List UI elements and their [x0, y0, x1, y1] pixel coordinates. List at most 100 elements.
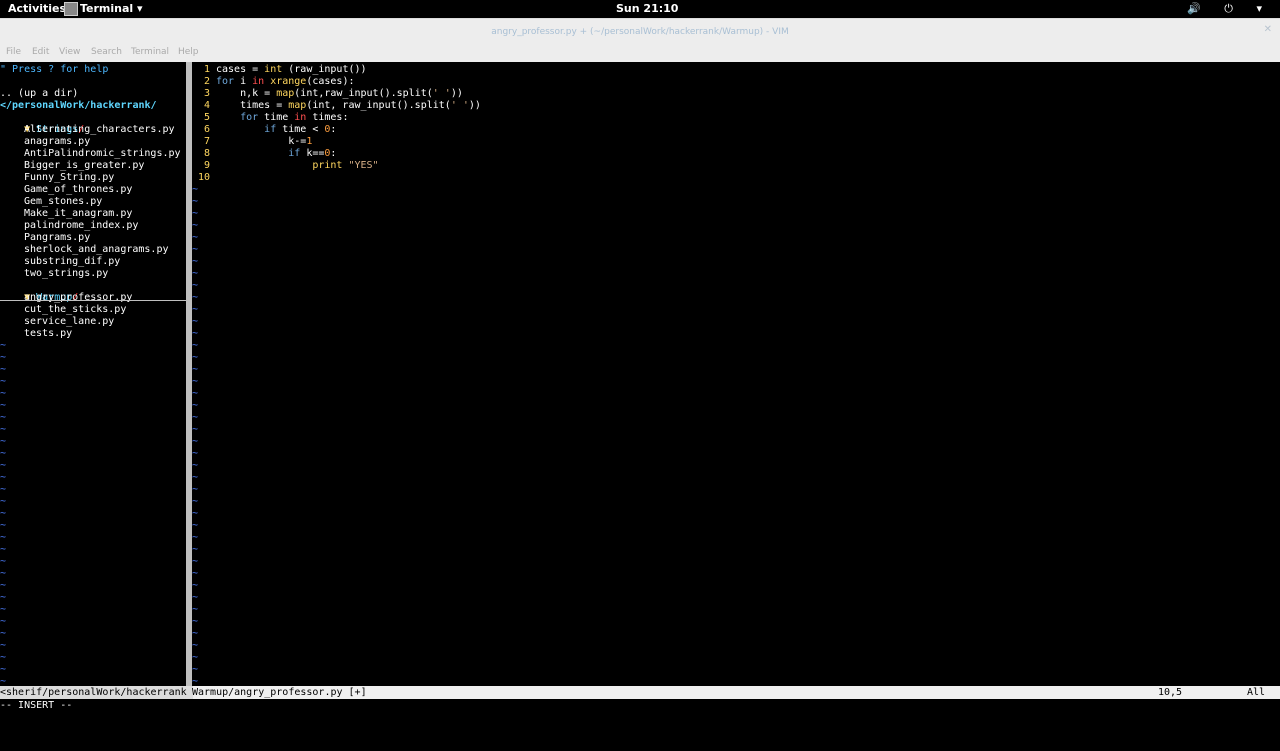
file-item[interactable]: palindrome_index.py — [24, 220, 138, 232]
tilde-line: ~ — [192, 196, 199, 207]
tilde-line: ~ — [192, 280, 199, 291]
tilde-line: ~ — [192, 340, 199, 351]
tilde-line: ~ — [192, 388, 199, 399]
code-line-5: for time in times: — [240, 112, 349, 123]
clock[interactable]: Sun 21:10 — [616, 2, 678, 15]
file-item[interactable]: service_lane.py — [24, 316, 114, 328]
tilde-line: ~ — [0, 388, 7, 399]
tilde-line: ~ — [192, 484, 199, 495]
nerdtree-root[interactable]: </personalWork/hackerrank/ — [0, 100, 157, 112]
line-number: 4 — [204, 100, 211, 111]
tilde-line: ~ — [0, 436, 7, 447]
scroll-indicator: All — [1247, 687, 1266, 698]
nerdtree-help: " Press ? for help — [0, 64, 109, 75]
tilde-line: ~ — [0, 520, 7, 531]
code-line-1: cases = int (raw_input()) — [216, 64, 367, 75]
tilde-line: ~ — [0, 340, 7, 351]
tilde-line: ~ — [0, 652, 7, 663]
tilde-line: ~ — [192, 664, 199, 675]
tilde-line: ~ — [192, 292, 199, 303]
tilde-line: ~ — [0, 376, 7, 387]
line-number: 7 — [204, 136, 211, 147]
menu-file[interactable]: File — [6, 47, 21, 57]
menu-edit[interactable]: Edit — [32, 47, 49, 57]
menu-help[interactable]: Help — [178, 47, 199, 57]
folder-warmup[interactable]: ▼ Warmup/ — [0, 280, 78, 303]
code-line-7: k-=1 — [216, 136, 313, 147]
file-item[interactable]: sherlock_and_anagrams.py — [24, 244, 169, 256]
tilde-line: ~ — [0, 556, 7, 567]
menu-view[interactable]: View — [59, 47, 80, 57]
tilde-line: ~ — [0, 544, 7, 555]
file-item-selected[interactable]: angry_professor.py — [24, 292, 132, 304]
tilde-line: ~ — [192, 472, 199, 483]
tilde-line: ~ — [192, 448, 199, 459]
file-item[interactable]: substring_dif.py — [24, 256, 120, 268]
tilde-line: ~ — [0, 472, 7, 483]
file-item[interactable]: anagrams.py — [24, 136, 90, 148]
tilde-line: ~ — [0, 448, 7, 459]
menu-terminal[interactable]: Terminal — [131, 47, 169, 57]
tilde-line: ~ — [0, 592, 7, 603]
tilde-line: ~ — [192, 328, 199, 339]
tilde-line: ~ — [192, 616, 199, 627]
code-line-6: if time < 0: — [264, 124, 337, 135]
close-icon[interactable]: ✕ — [1264, 24, 1272, 35]
activities-button[interactable]: Activities — [8, 2, 66, 15]
tilde-line: ~ — [192, 316, 199, 327]
tilde-line: ~ — [0, 364, 7, 375]
tilde-line: ~ — [192, 460, 199, 471]
tilde-line: ~ — [0, 400, 7, 411]
file-item[interactable]: Alternating_characters.py — [24, 124, 175, 136]
tilde-line: ~ — [192, 232, 199, 243]
app-menu-button[interactable]: Terminal ▾ — [80, 2, 143, 15]
tilde-line: ~ — [192, 556, 199, 567]
code-line-4: times = map(int, raw_input().split(' ')) — [216, 100, 481, 111]
line-number: 9 — [204, 160, 211, 171]
file-item[interactable]: AntiPalindromic_strings.py — [24, 148, 181, 160]
tilde-line: ~ — [192, 496, 199, 507]
file-item[interactable]: two_strings.py — [24, 268, 108, 280]
tilde-line: ~ — [0, 508, 7, 519]
line-number: 6 — [204, 124, 211, 135]
tilde-line: ~ — [0, 616, 7, 627]
tilde-line: ~ — [192, 532, 199, 543]
tilde-line: ~ — [192, 652, 199, 663]
tilde-line: ~ — [0, 532, 7, 543]
file-item[interactable]: Gem_stones.py — [24, 196, 102, 208]
tilde-line: ~ — [192, 592, 199, 603]
line-number: 2 — [204, 76, 211, 87]
tilde-line: ~ — [192, 508, 199, 519]
tilde-line: ~ — [192, 376, 199, 387]
system-menu-icons[interactable]: 🔊 ⏻ ▾ — [1187, 2, 1272, 16]
tilde-line: ~ — [192, 304, 199, 315]
code-line-2: for i in xrange(cases): — [216, 76, 355, 87]
tilde-line: ~ — [192, 364, 199, 375]
tilde-line: ~ — [192, 220, 199, 231]
tilde-line: ~ — [192, 520, 199, 531]
vim-status-line: <sherif/personalWork/hackerrank Warmup/a… — [0, 686, 1280, 699]
tilde-line: ~ — [192, 184, 199, 195]
buffer-name: Warmup/angry_professor.py [+] — [192, 687, 367, 698]
file-item[interactable]: cut_the_sticks.py — [24, 304, 126, 316]
tilde-line: ~ — [0, 352, 7, 363]
folder-strings[interactable]: ▼ Strings/ — [0, 112, 84, 135]
file-item[interactable]: Bigger_is_greater.py — [24, 160, 144, 172]
code-line-8: if k==0: — [288, 148, 337, 159]
nerdtree-up-dir[interactable]: .. (up a dir) — [0, 88, 78, 100]
line-number: 5 — [204, 112, 211, 123]
file-item[interactable]: Game_of_thrones.py — [24, 184, 132, 196]
mode-indicator: -- INSERT -- — [0, 700, 73, 711]
file-item[interactable]: Funny_String.py — [24, 172, 114, 184]
file-item[interactable]: tests.py — [24, 328, 72, 340]
tilde-line: ~ — [0, 580, 7, 591]
cursor-position: 10,5 — [1158, 687, 1183, 698]
gnome-top-bar: Activities Terminal ▾ Sun 21:10 🔊 ⏻ ▾ — [0, 0, 1280, 18]
file-item[interactable]: Make_it_anagram.py — [24, 208, 132, 220]
file-item[interactable]: Pangrams.py — [24, 232, 90, 244]
tilde-line: ~ — [0, 628, 7, 639]
menu-search[interactable]: Search — [91, 47, 122, 57]
tilde-line: ~ — [192, 568, 199, 579]
line-number: 10 — [198, 172, 211, 183]
line-number: 1 — [204, 64, 211, 75]
